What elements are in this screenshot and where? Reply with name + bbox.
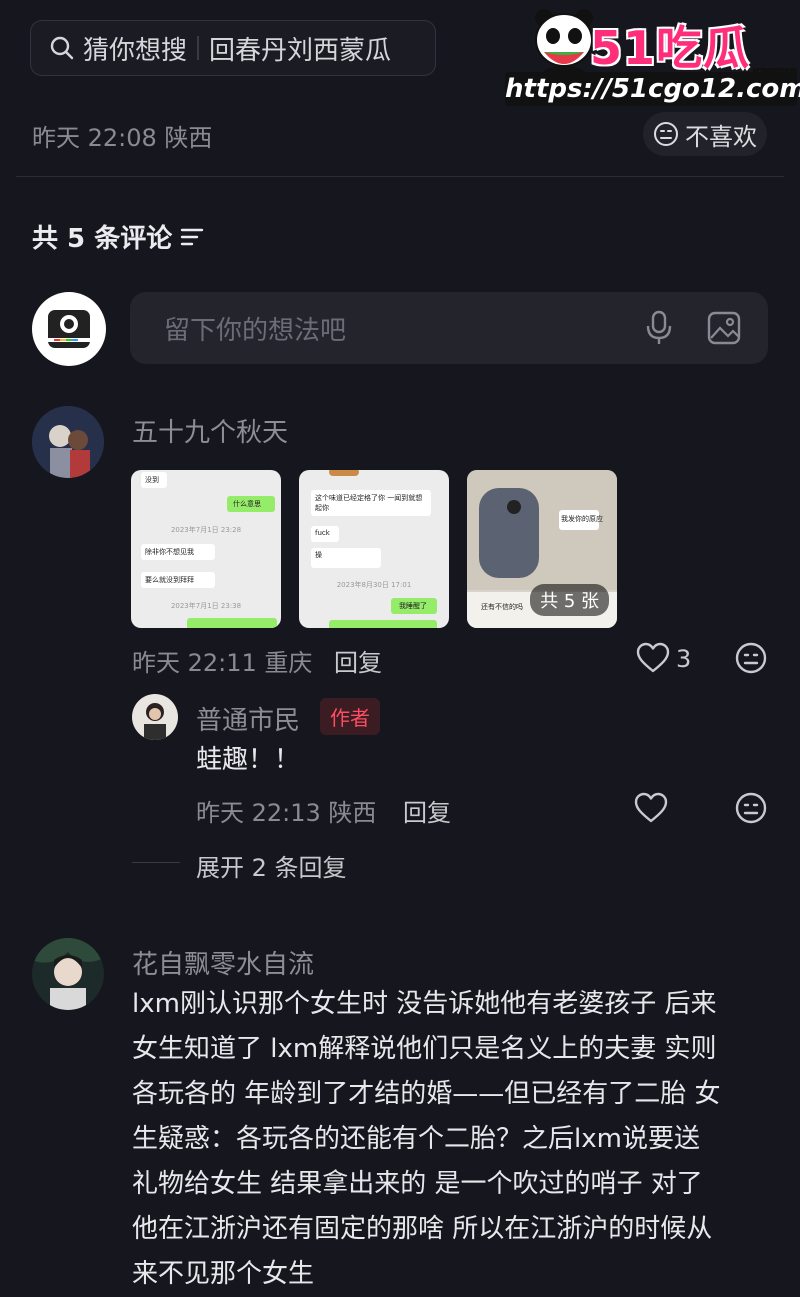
comment-text: lxm刚认识那个女生时 没告诉她他有老婆孩子 后来 女生知道了 lxm解释说他们…	[132, 982, 782, 1297]
search-bar[interactable]: 猜你想搜 回春丹刘西蒙瓜	[30, 20, 436, 76]
like-count: 3	[676, 645, 692, 673]
user-photo-avatar-icon	[132, 694, 178, 740]
reply-button[interactable]: 回复	[403, 793, 451, 828]
search-icon	[50, 36, 74, 60]
dislike-button[interactable]: 不喜欢	[643, 112, 767, 156]
reply-username[interactable]: 普通市民	[196, 700, 300, 737]
more-images-badge: 共 5 张	[530, 584, 609, 616]
search-separator	[197, 36, 200, 60]
comment-image-3[interactable]: 我发你的原应 还有不信的吗 共 5 张	[467, 470, 617, 628]
watermark-logo: 51吃瓜 全网首发 https://51cgo12.com	[505, 4, 800, 108]
expand-divider	[132, 862, 180, 863]
comment-avatar[interactable]	[32, 938, 104, 1010]
section-divider	[16, 176, 784, 177]
comment-text-line: lxm刚认识那个女生时 没告诉她他有老婆孩子 后来	[132, 989, 717, 1019]
comment-username[interactable]: 五十九个秋天	[132, 412, 288, 449]
reply-button[interactable]: 回复	[334, 643, 382, 678]
comment-image-1[interactable]: 没到 什么意思 2023年7月1日 23:28 除非你不想见我 要么就没到拜拜 …	[131, 470, 281, 628]
microphone-icon[interactable]	[643, 310, 675, 346]
search-hint: 猜你想搜	[83, 35, 188, 66]
comment-text-line: 生疑惑：各玩各的还能有个二胎？之后lxm说要送	[132, 1124, 700, 1154]
reply-text: 蛙趣！！	[196, 745, 301, 775]
portrait-avatar-icon	[32, 938, 104, 1010]
comment-text-line: 礼物给女生 结果拿出来的 是一个吹过的哨子 对了	[132, 1169, 703, 1199]
comment-text-line: 他在江浙沪还有固定的那啥 所以在江浙沪的时候从	[132, 1214, 713, 1244]
author-badge: 作者	[320, 698, 380, 735]
camera-avatar-icon	[48, 310, 90, 348]
reply-avatar[interactable]	[132, 694, 178, 740]
neutral-face-icon[interactable]	[735, 792, 767, 824]
panda-mascot-icon	[535, 9, 593, 78]
anime-couple-avatar-icon	[32, 406, 104, 478]
comment-avatar[interactable]	[32, 406, 104, 478]
comments-count-header: 共 5 条评论	[32, 218, 204, 255]
watermark-url: https://51cgo12.com	[505, 72, 800, 106]
my-avatar[interactable]	[32, 292, 106, 366]
comment-time-location: 昨天 22:11 重庆	[132, 649, 313, 677]
neutral-face-icon[interactable]	[735, 642, 767, 674]
comment-text-line: 来不见那个女生	[132, 1259, 315, 1289]
heart-icon[interactable]	[636, 642, 670, 674]
comment-image-2[interactable]: 这个味道已经定格了你 一闻到就想起你 fuck 操 2023年8月30日 17:…	[299, 470, 449, 628]
heart-icon[interactable]	[634, 792, 668, 824]
dislike-label: 不喜欢	[685, 122, 757, 151]
watermark-brand: 51吃瓜	[590, 21, 751, 75]
sort-filter-icon[interactable]	[180, 226, 204, 248]
search-keyword[interactable]: 回春丹刘西蒙瓜	[209, 30, 391, 67]
expand-replies-button[interactable]: 展开 2 条回复	[196, 848, 347, 883]
comment-username[interactable]: 花自飘零水自流	[132, 944, 314, 981]
comment-input-placeholder: 留下你的想法吧	[164, 315, 347, 346]
reply-time-location: 昨天 22:13 陕西	[196, 799, 377, 827]
comments-count-label: 共 5 条评论	[32, 224, 173, 254]
comment-text-line: 女生知道了 lxm解释说他们只是名义上的夫妻 实则	[132, 1034, 717, 1064]
comment-text-line: 各玩各的 年龄到了才结的婚——但已经有了二胎 女	[132, 1079, 721, 1109]
neutral-face-icon	[654, 122, 678, 146]
post-time-location: 昨天 22:08 陕西	[32, 124, 213, 152]
image-picker-icon[interactable]	[706, 310, 742, 346]
